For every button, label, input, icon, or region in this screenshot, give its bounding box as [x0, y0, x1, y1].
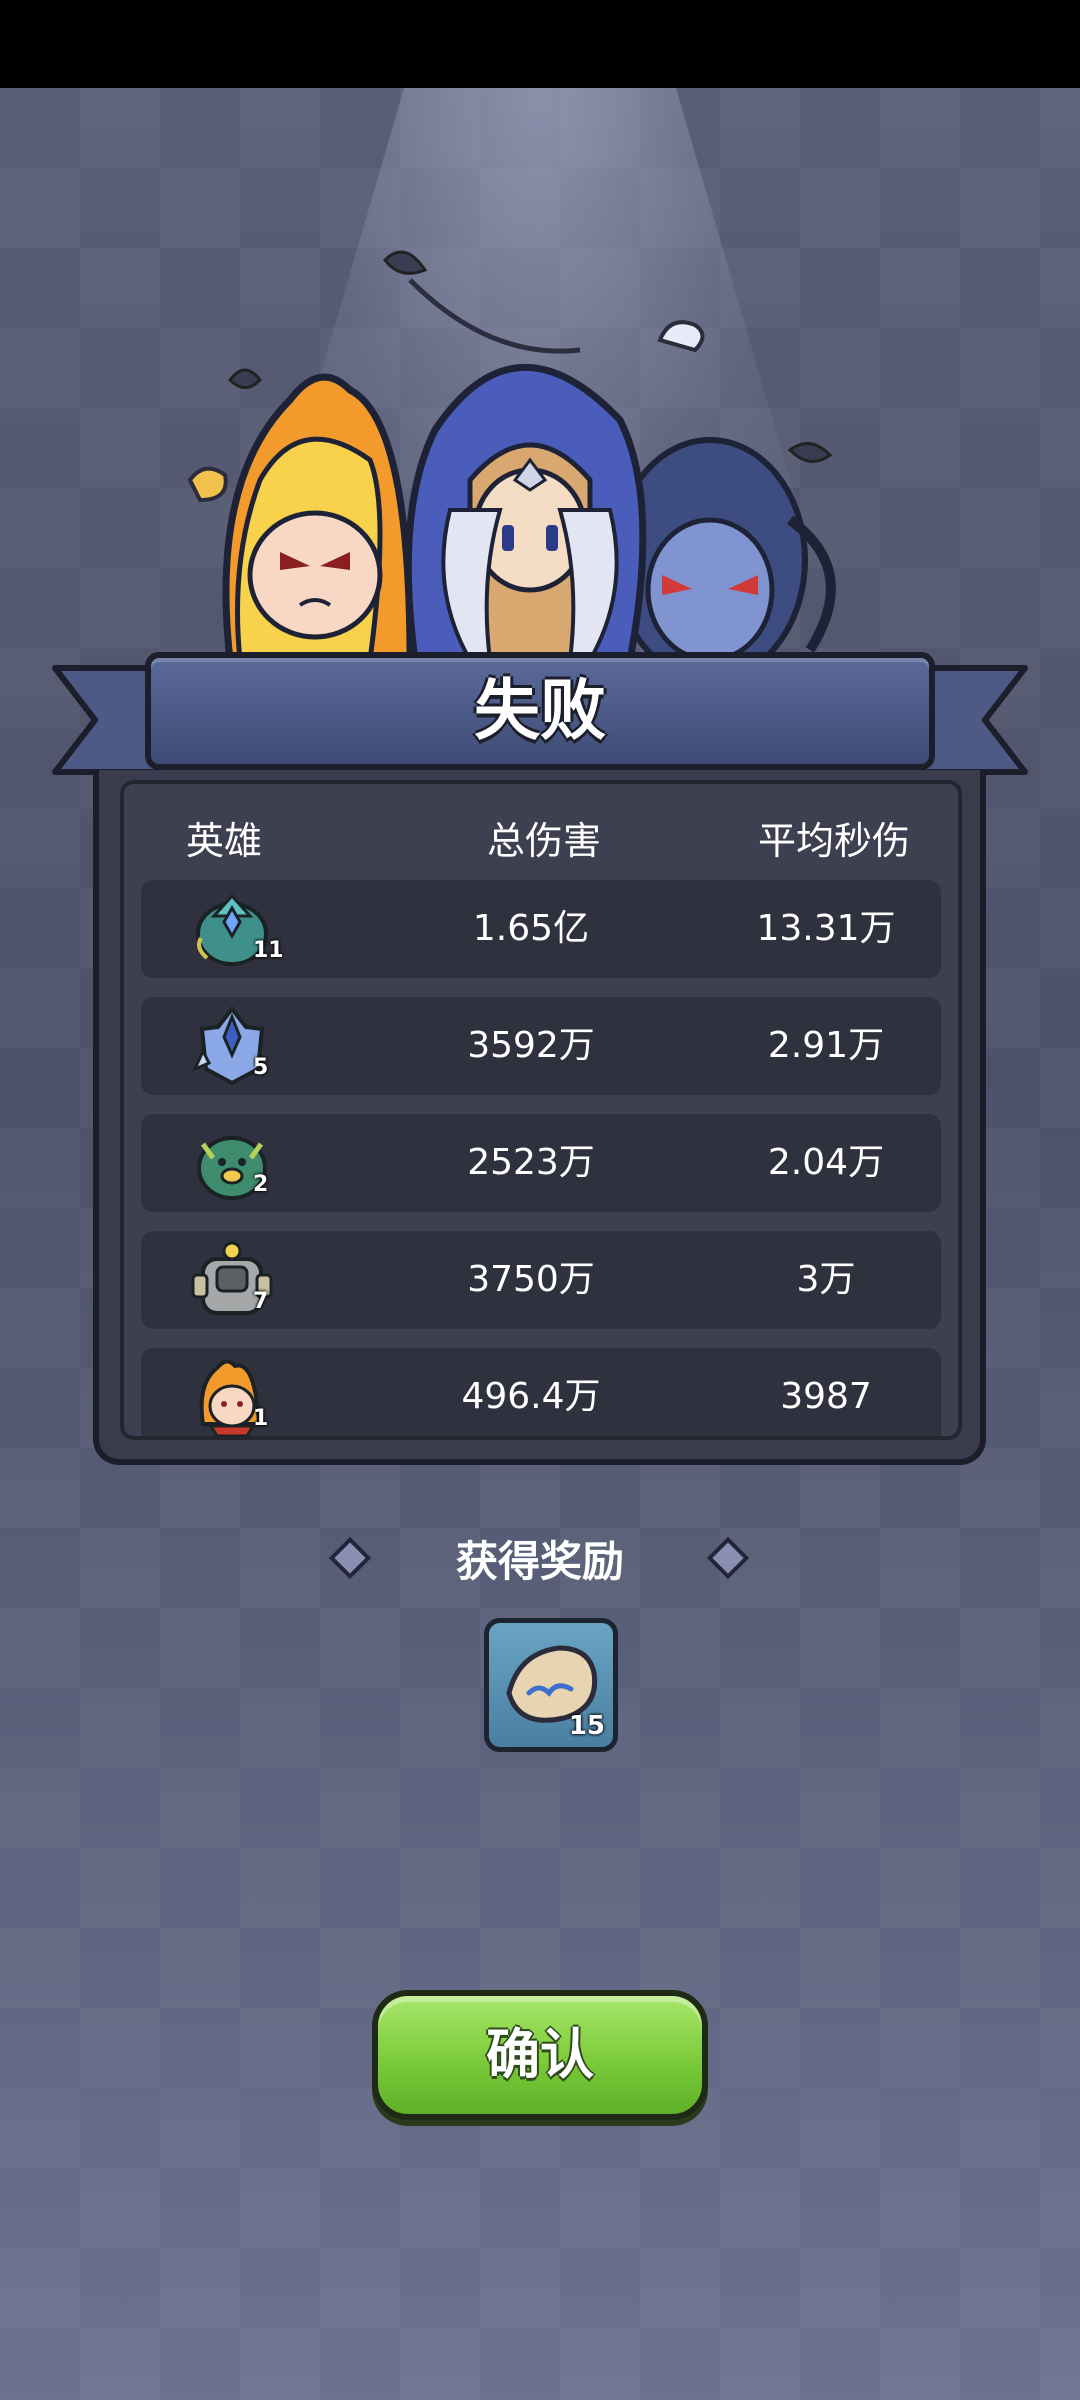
- avg-dps: 3万: [796, 1259, 856, 1300]
- total-damage: 3750万: [467, 1259, 595, 1300]
- status-bar: [0, 0, 1080, 88]
- header-hero: 英雄: [185, 819, 262, 863]
- hero-level: 1: [253, 1406, 269, 1431]
- stats-table[interactable]: 英雄 总伤害 平均秒伤 11 1.65亿 13.31万 5 3592万 2.91…: [120, 780, 962, 1440]
- table-row: 7 3750万 3万: [141, 1231, 941, 1329]
- total-damage: 2523万: [467, 1142, 595, 1183]
- avg-dps: 13.31万: [756, 908, 896, 949]
- hero-level: 2: [253, 1172, 269, 1197]
- table-header: 英雄 总伤害 平均秒伤: [124, 784, 958, 884]
- confirm-label: 确认: [486, 2023, 594, 2086]
- hero-level: 7: [253, 1289, 269, 1314]
- reward-title: 获得奖励: [455, 1537, 624, 1586]
- avg-dps: 2.91万: [767, 1025, 885, 1066]
- total-damage: 496.4万: [461, 1376, 601, 1417]
- table-row: 1 496.4万 3987: [141, 1348, 941, 1436]
- header-total-damage: 总伤害: [486, 819, 601, 863]
- table-row: 5 3592万 2.91万: [141, 997, 941, 1095]
- reward-item[interactable]: 15: [484, 1618, 618, 1752]
- result-banner: 失败: [145, 652, 935, 770]
- table-row: 2 2523万 2.04万: [141, 1114, 941, 1212]
- hero-level: 5: [253, 1055, 269, 1080]
- total-damage: 3592万: [467, 1025, 595, 1066]
- avg-dps: 2.04万: [767, 1142, 885, 1183]
- reward-count: 15: [568, 1711, 605, 1741]
- table-row: 11 1.65亿 13.31万: [141, 880, 941, 978]
- hero-level: 11: [253, 938, 284, 963]
- confirm-button[interactable]: 确认: [372, 1990, 708, 2120]
- result-title: 失败: [474, 672, 606, 749]
- avg-dps: 3987: [780, 1376, 872, 1417]
- heroes-illustration: [187, 250, 836, 660]
- total-damage: 1.65亿: [472, 908, 590, 949]
- header-avg-dps: 平均秒伤: [757, 819, 910, 863]
